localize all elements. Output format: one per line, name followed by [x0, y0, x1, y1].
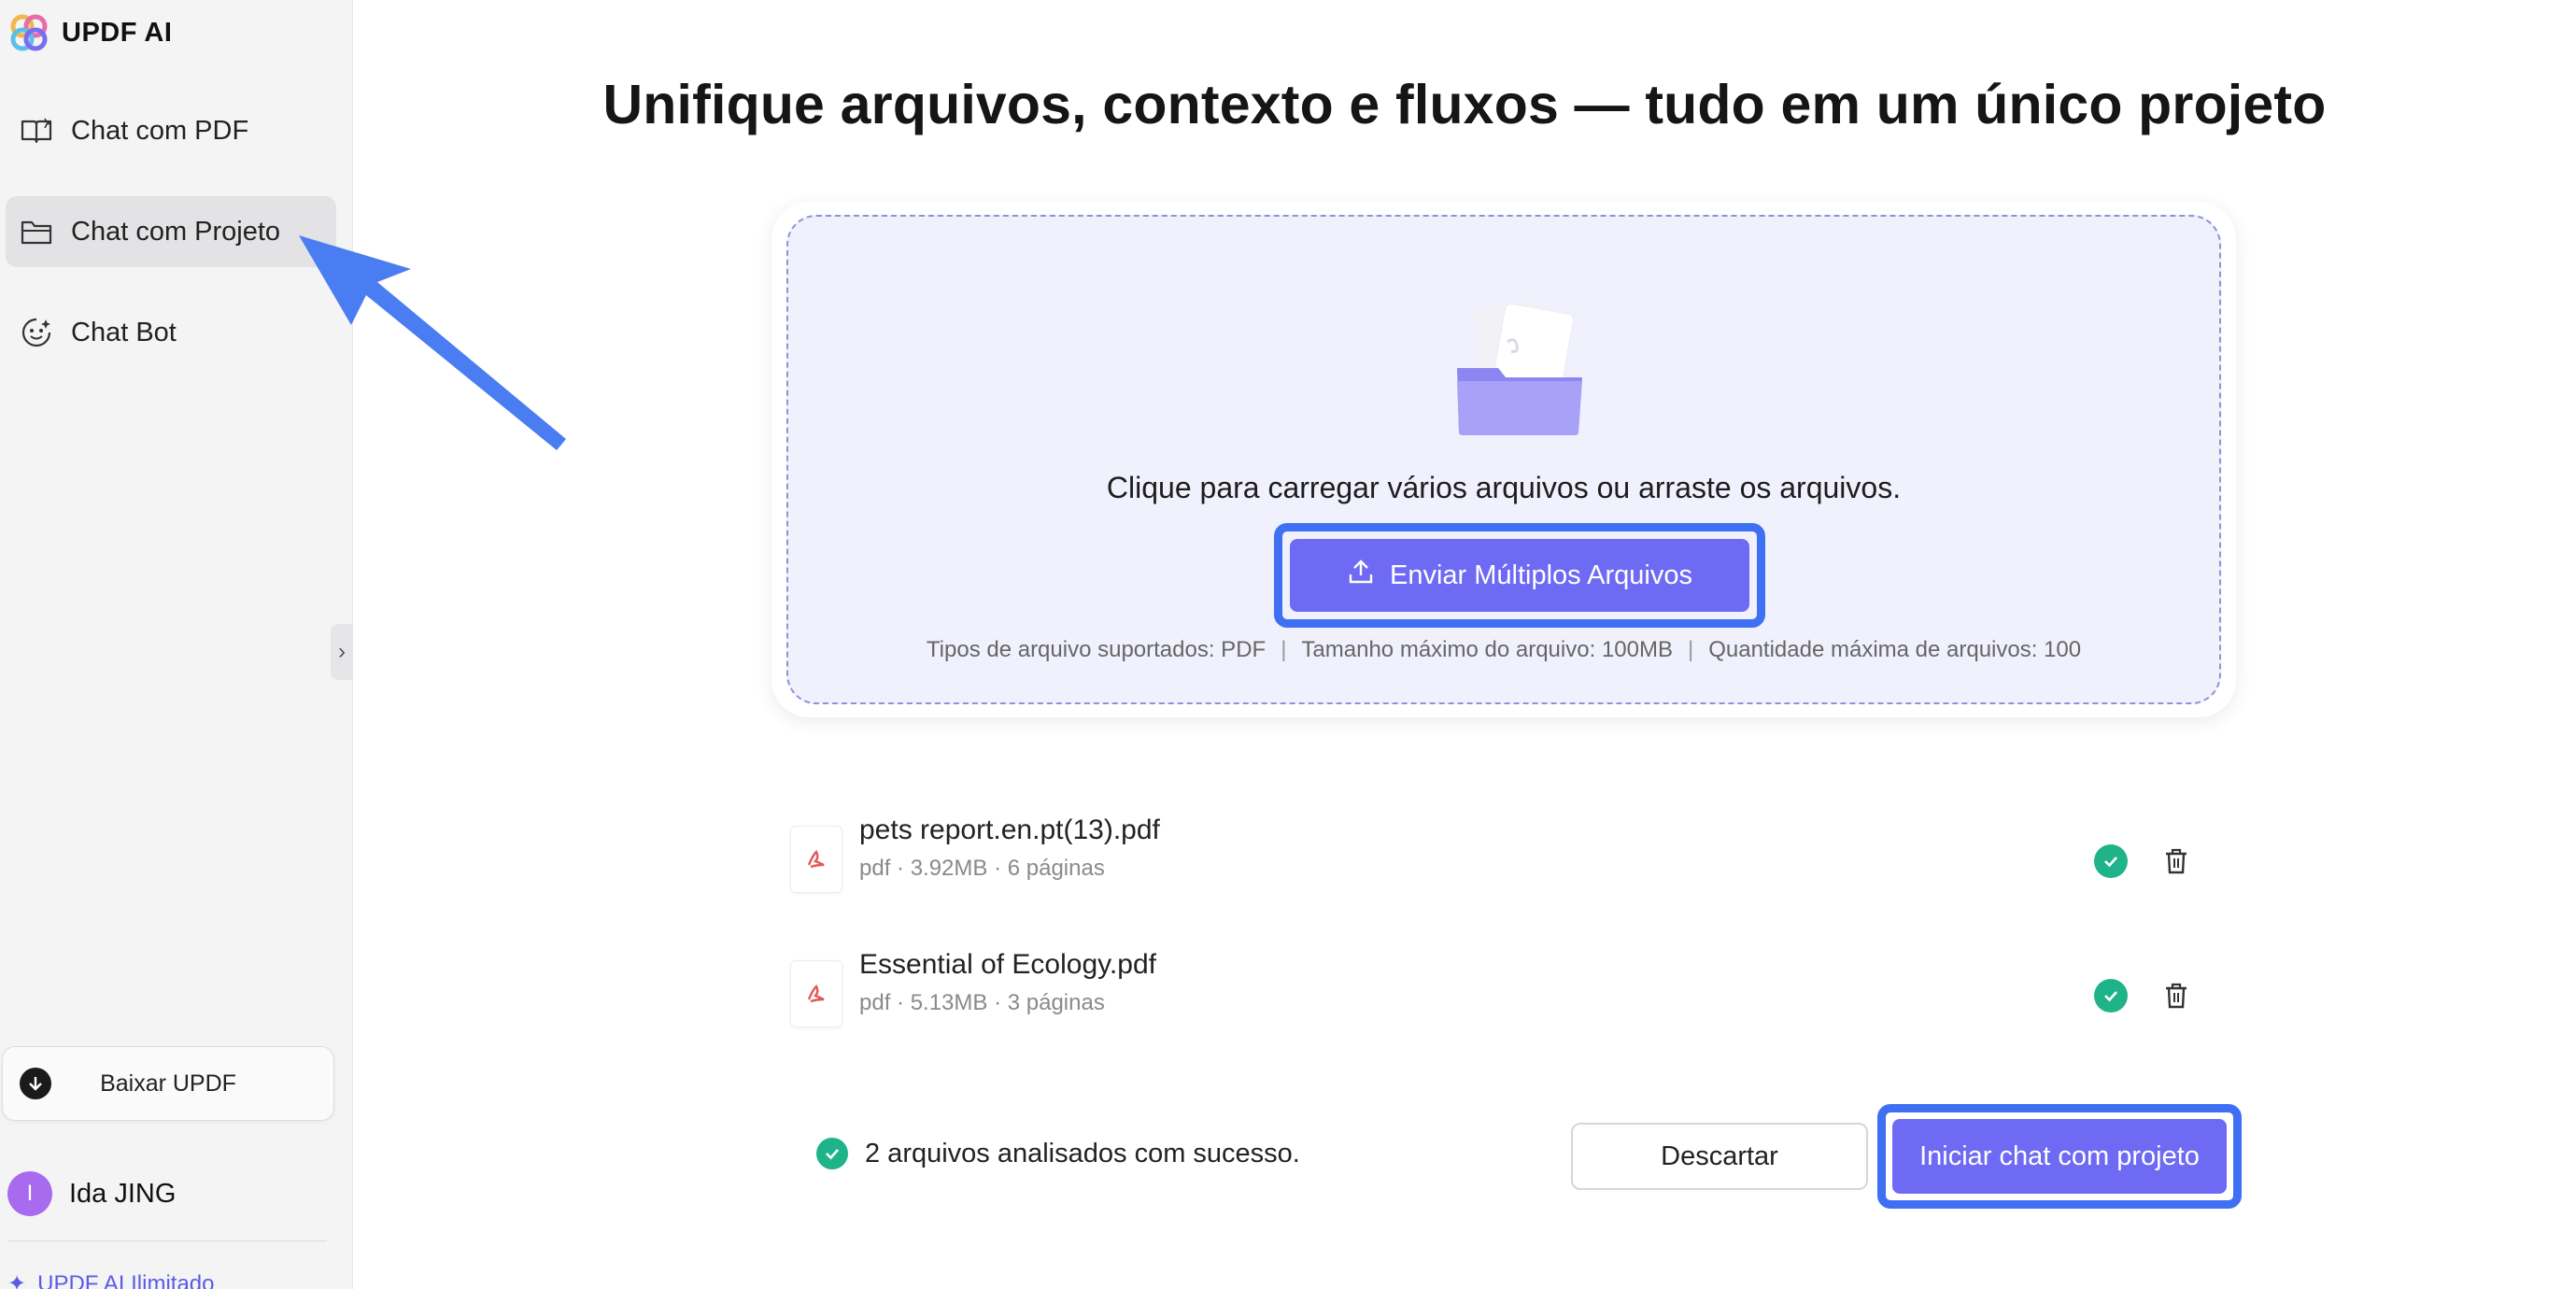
- trash-icon: [2166, 848, 2187, 874]
- file-list-item: Essential of Ecology.pdf pdf · 5.13MB · …: [785, 943, 2204, 1037]
- sidebar-item-label: Chat com PDF: [71, 115, 249, 146]
- download-icon: [20, 1068, 51, 1099]
- sparkle-icon: ✦: [7, 1271, 27, 1289]
- page-title: Unifique arquivos, contexto e fluxos — t…: [602, 74, 2327, 135]
- file-name: Essential of Ecology.pdf: [859, 949, 1156, 980]
- max-file-size: Tamanho máximo do arquivo: 100MB: [1301, 637, 1673, 662]
- delete-file-button[interactable]: [2158, 843, 2195, 880]
- success-check-icon: [816, 1138, 848, 1169]
- download-updf-button[interactable]: Baixar UPDF: [2, 1046, 334, 1121]
- sidebar-item-label: Chat Bot: [71, 317, 177, 347]
- max-file-count: Quantidade máxima de arquivos: 100: [1708, 637, 2082, 662]
- success-check-icon: [2094, 844, 2128, 878]
- sidebar-item-label: Chat com Projeto: [71, 216, 281, 247]
- brand[interactable]: UPDF AI: [9, 13, 172, 52]
- supported-types: Tipos de arquivo suportados: PDF: [926, 637, 1267, 662]
- file-meta: pdf · 3.92MB · 6 páginas: [859, 856, 1105, 881]
- start-project-chat-button[interactable]: Iniciar chat com projeto: [1892, 1119, 2227, 1194]
- updf-logo-icon: [10, 14, 48, 51]
- success-check-icon: [2094, 979, 2128, 1013]
- plan-label: UPDF AI Ilimitado: [37, 1270, 215, 1289]
- upload-limits: Tipos de arquivo suportados: PDF | Tamanho…: [788, 637, 2219, 663]
- annotation-arrow-icon: [299, 235, 566, 450]
- analysis-status: 2 arquivos analisados com sucesso.: [816, 1138, 1300, 1169]
- avatar: I: [7, 1171, 52, 1216]
- pdf-file-icon: [790, 826, 842, 893]
- pdf-file-icon: [790, 960, 842, 1027]
- upload-card: Clique para carregar vários arquivos ou …: [771, 202, 2236, 717]
- file-name: pets report.en.pt(13).pdf: [859, 814, 1160, 845]
- download-label: Baixar UPDF: [100, 1069, 236, 1097]
- trash-icon: [2166, 983, 2187, 1009]
- start-button-highlight: Iniciar chat com projeto: [1877, 1104, 2242, 1209]
- folder-upload-icon: [1457, 301, 1582, 435]
- status-text: 2 arquivos analisados com sucesso.: [865, 1138, 1300, 1169]
- upload-button-highlight: Enviar Múltiplos Arquivos: [1274, 523, 1765, 628]
- discard-button[interactable]: Descartar: [1571, 1123, 1868, 1190]
- divider: [7, 1240, 327, 1241]
- sidebar-item-chat-pdf[interactable]: Chat com PDF: [6, 95, 336, 166]
- upload-button-label: Enviar Múltiplos Arquivos: [1390, 560, 1692, 590]
- file-drop-zone[interactable]: Clique para carregar vários arquivos ou …: [786, 215, 2221, 704]
- sidebar: UPDF AI Chat com PDF Chat com Projeto Ch…: [0, 0, 353, 1289]
- plan-link[interactable]: ✦ UPDF AI Ilimitado: [7, 1270, 215, 1289]
- separator: |: [1281, 637, 1287, 662]
- book-icon: [19, 113, 54, 149]
- folder-icon: [19, 214, 54, 249]
- upload-multiple-files-button[interactable]: Enviar Múltiplos Arquivos: [1290, 539, 1749, 612]
- upload-instruction: Clique para carregar vários arquivos ou …: [1106, 471, 1902, 504]
- user-profile[interactable]: I Ida JING: [7, 1171, 176, 1216]
- delete-file-button[interactable]: [2158, 977, 2195, 1014]
- file-list-item: pets report.en.pt(13).pdf pdf · 3.92MB ·…: [785, 809, 2204, 902]
- upload-icon: [1347, 558, 1375, 593]
- separator: |: [1687, 637, 1694, 662]
- app-name: UPDF AI: [62, 17, 173, 48]
- collapse-sidebar-button[interactable]: ›: [331, 624, 353, 680]
- user-name: Ida JING: [69, 1178, 177, 1209]
- file-meta: pdf · 5.13MB · 3 páginas: [859, 990, 1105, 1015]
- chevron-right-icon: ›: [338, 639, 346, 664]
- bot-icon: [19, 315, 54, 350]
